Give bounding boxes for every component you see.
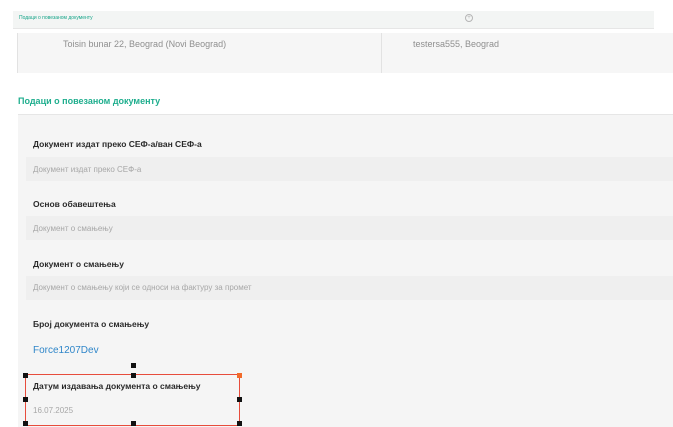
field-label-basis: Основ обавештења	[33, 199, 116, 209]
resize-handle-top-left[interactable]	[23, 373, 28, 378]
field-value-sef: Документ издат преко СЕФ-а	[33, 165, 142, 174]
resize-handle-top-extra[interactable]	[131, 363, 136, 368]
section-title: Подаци о повезаном документу	[18, 96, 161, 106]
field-box-basis[interactable]	[26, 216, 673, 240]
resize-handle-right[interactable]	[237, 397, 242, 402]
divider	[381, 33, 382, 73]
field-value-reduction-doc: Документ о смањењу који се односи на фак…	[33, 283, 252, 292]
field-value-basis: Документ о смањењу	[33, 224, 113, 233]
field-label-sef: Документ издат преко СЕФ-а/ван СЕФ-а	[33, 139, 202, 149]
circle-plus-icon[interactable]: +	[465, 14, 473, 22]
collapsed-section-title: Подаци о повезаном документу	[19, 15, 93, 21]
field-label-doc-number: Број документа о смањењу	[33, 319, 150, 329]
address-row: Toisin bunar 22, Beograd (Novi Beograd) …	[17, 33, 673, 73]
seller-address: testersa555, Beograd	[413, 39, 500, 49]
buyer-address: Toisin bunar 22, Beograd (Novi Beograd)	[63, 39, 227, 49]
resize-handle-left[interactable]	[23, 397, 28, 402]
resize-handle-bottom-left[interactable]	[23, 421, 28, 426]
doc-number-link[interactable]: Force1207Dev	[33, 345, 99, 356]
resize-handle-bottom[interactable]	[131, 421, 136, 426]
selection-frame[interactable]	[25, 374, 240, 426]
collapsed-section-header[interactable]: Подаци о повезаном документу +	[13, 11, 654, 29]
resize-handle-top-right[interactable]	[237, 373, 242, 378]
field-label-reduction-doc: Документ о смањењу	[33, 259, 124, 269]
resize-handle-bottom-right[interactable]	[237, 421, 242, 426]
resize-handle-top[interactable]	[131, 373, 136, 378]
